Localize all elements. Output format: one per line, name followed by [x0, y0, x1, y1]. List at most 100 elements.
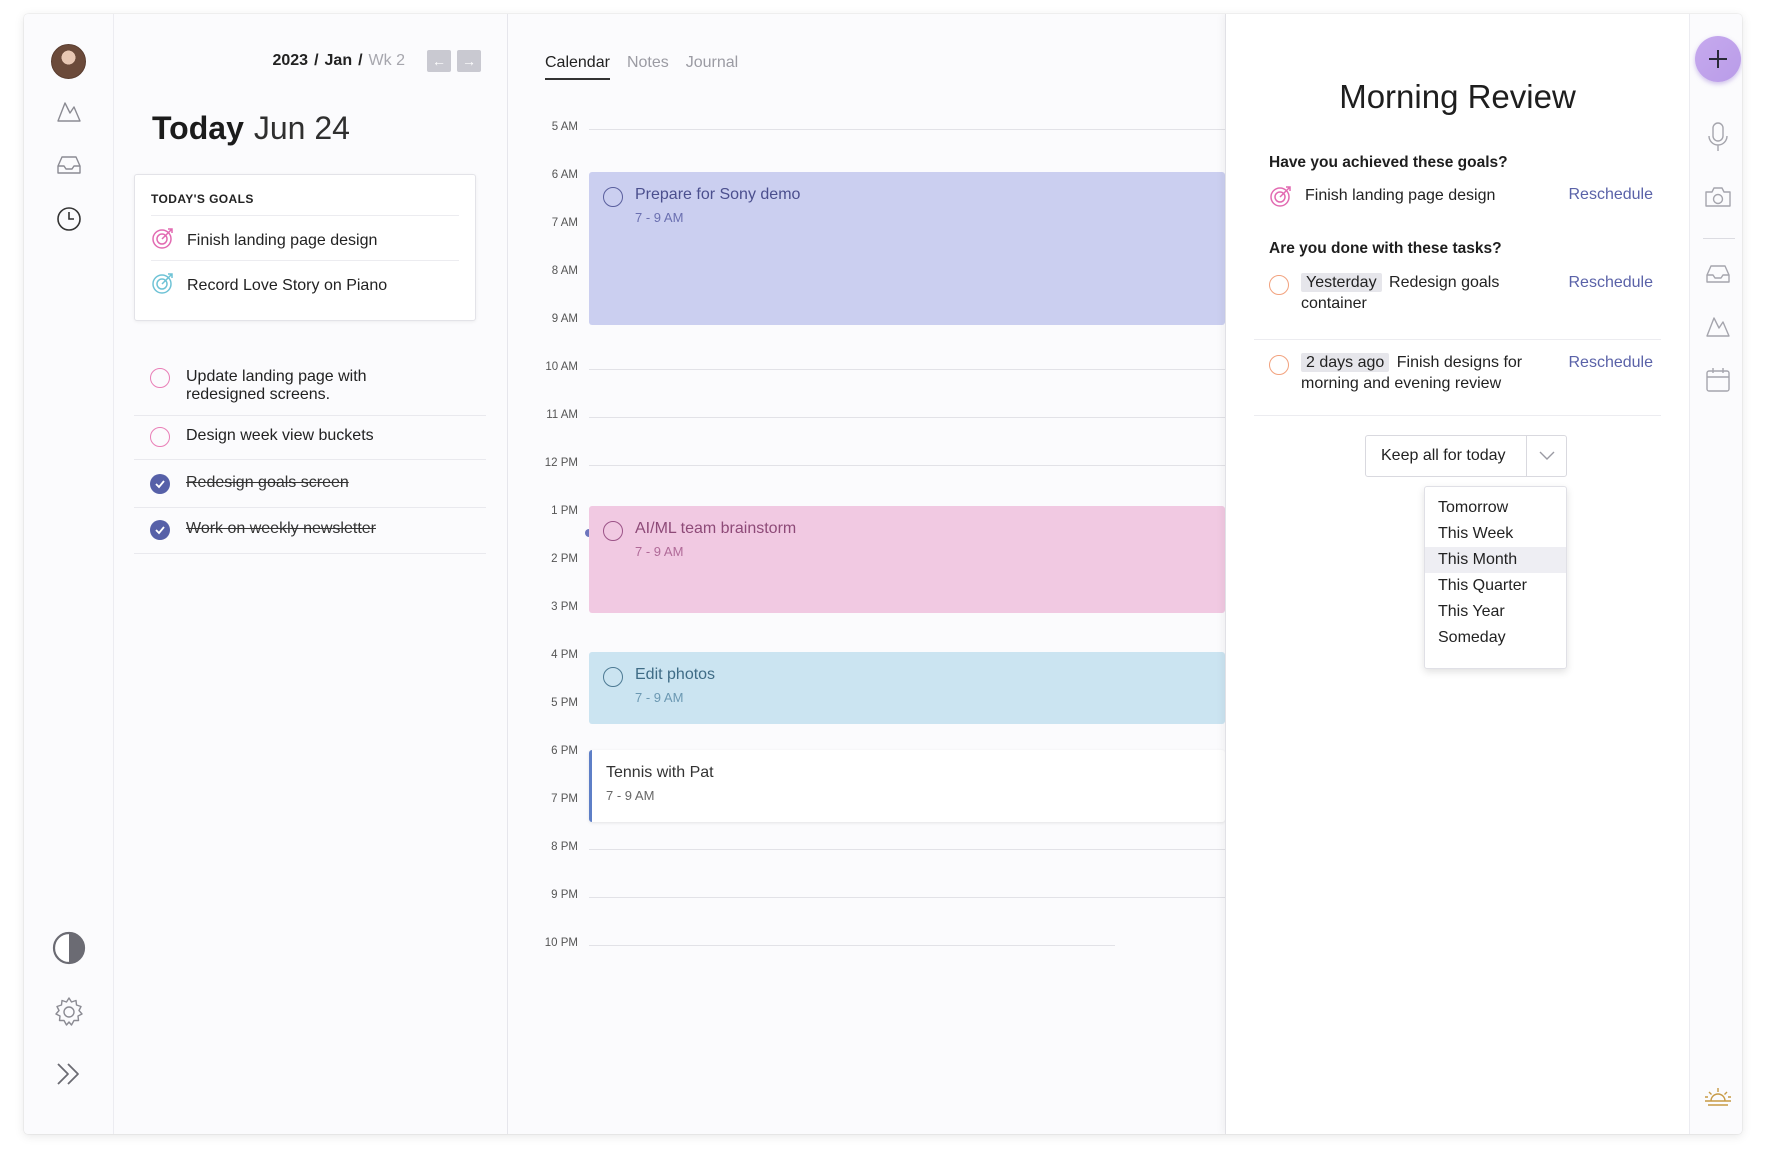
tasks-question: Are you done with these tasks?: [1269, 240, 1502, 257]
hour-label: 11 AM: [546, 409, 578, 421]
reschedule-menu: Tomorrow This Week This Month This Quart…: [1424, 486, 1567, 669]
week-crumb[interactable]: Wk 2: [369, 52, 405, 70]
reschedule-link[interactable]: Reschedule: [1569, 186, 1654, 204]
list-item[interactable]: Redesign goals screen: [134, 460, 486, 508]
hour-label: 9 AM: [551, 313, 578, 325]
event-title: Tennis with Pat: [606, 764, 714, 781]
reschedule-link[interactable]: Reschedule: [1569, 274, 1654, 292]
mountain-icon[interactable]: [46, 88, 92, 134]
today-label: Today: [152, 110, 244, 146]
menu-item-someday[interactable]: Someday: [1425, 625, 1566, 651]
clock-icon[interactable]: [46, 196, 92, 242]
avatar[interactable]: [51, 44, 86, 79]
goal-item[interactable]: Record Love Story on Piano: [151, 260, 459, 310]
divider: [1254, 415, 1661, 416]
event-time: 7 - 9 AM: [606, 788, 655, 803]
calendar-icon[interactable]: [1698, 360, 1738, 400]
calendar-event[interactable]: Prepare for Sony demo 7 - 9 AM: [589, 172, 1225, 325]
list-item[interactable]: Design week view buckets: [134, 416, 486, 460]
hour-label: 8 AM: [551, 265, 578, 277]
review-task-row: Yesterday Redesign goals container Resch…: [1269, 272, 1659, 322]
hour-gridline: [589, 417, 1225, 418]
task-list: Update landing page with redesigned scre…: [134, 354, 486, 554]
task-checkbox-checked[interactable]: [150, 474, 170, 494]
task-label: Update landing page with redesigned scre…: [186, 368, 367, 403]
event-time: 7 - 9 AM: [635, 210, 684, 225]
check-icon: [155, 480, 165, 489]
menu-item-this-week[interactable]: This Week: [1425, 521, 1566, 547]
review-task-row: 2 days ago Finish designs for morning an…: [1269, 352, 1659, 402]
double-chevron-right-icon[interactable]: [46, 1051, 92, 1097]
hour-label: 6 AM: [551, 169, 578, 181]
hour-label: 7 PM: [551, 793, 578, 805]
task-checkbox-checked[interactable]: [150, 520, 170, 540]
event-checkbox[interactable]: [603, 187, 623, 207]
goals-heading: TODAY'S GOALS: [151, 192, 254, 206]
next-week-button[interactable]: →: [457, 50, 481, 72]
check-icon: [155, 526, 165, 535]
contrast-icon[interactable]: [46, 925, 92, 971]
month-crumb[interactable]: Jan: [325, 52, 353, 70]
goal-item[interactable]: Finish landing page design: [151, 215, 459, 265]
year-crumb[interactable]: 2023: [272, 52, 308, 70]
prev-week-button[interactable]: ←: [427, 50, 451, 72]
menu-item-this-month[interactable]: This Month: [1425, 547, 1566, 573]
gear-icon[interactable]: [46, 989, 92, 1035]
app-window: 2023 / Jan / Wk 2 ← → Today Jun 24 TODAY…: [24, 14, 1742, 1134]
inbox-icon[interactable]: [46, 142, 92, 188]
mountain-icon[interactable]: [1698, 306, 1738, 346]
menu-item-this-quarter[interactable]: This Quarter: [1425, 573, 1566, 599]
menu-item-tomorrow[interactable]: Tomorrow: [1425, 495, 1566, 521]
event-checkbox[interactable]: [603, 521, 623, 541]
goal-label: Finish landing page design: [187, 231, 378, 249]
task-checkbox[interactable]: [150, 427, 170, 447]
hour-gridline: [589, 369, 1225, 370]
hour-label: 6 PM: [551, 745, 578, 757]
tab-calendar[interactable]: Calendar: [545, 54, 610, 80]
view-tabs: Calendar Notes Journal: [545, 54, 738, 80]
task-label: Design week view buckets: [186, 427, 374, 444]
page-title: Today Jun 24: [152, 110, 350, 147]
hour-label: 5 PM: [551, 697, 578, 709]
calendar-event[interactable]: Edit photos 7 - 9 AM: [589, 652, 1225, 724]
task-checkbox[interactable]: [150, 368, 170, 388]
event-checkbox[interactable]: [603, 667, 623, 687]
hour-gridline: [589, 897, 1225, 898]
today-date: Jun 24: [253, 110, 350, 146]
add-button[interactable]: [1695, 36, 1741, 82]
right-rail: [1689, 14, 1742, 1134]
calendar-event[interactable]: AI/ML team brainstorm 7 - 9 AM: [589, 506, 1225, 613]
plus-icon: [1709, 50, 1727, 68]
hour-gridline: [589, 129, 1225, 130]
reschedule-link[interactable]: Reschedule: [1569, 354, 1654, 372]
tab-journal[interactable]: Journal: [686, 54, 738, 80]
date-breadcrumb: 2023 / Jan / Wk 2 ← →: [272, 50, 481, 72]
hour-gridline: [589, 465, 1225, 466]
inbox-icon[interactable]: [1698, 254, 1738, 294]
tab-notes[interactable]: Notes: [627, 54, 669, 80]
calendar-event[interactable]: Tennis with Pat 7 - 9 AM: [589, 750, 1225, 822]
hour-label: 2 PM: [551, 553, 578, 565]
task-checkbox[interactable]: [1269, 275, 1289, 295]
event-title: Prepare for Sony demo: [635, 186, 801, 203]
task-checkbox[interactable]: [1269, 355, 1289, 375]
hour-label: 3 PM: [551, 601, 578, 613]
target-icon: [151, 271, 175, 300]
tasks-panel: 2023 / Jan / Wk 2 ← → Today Jun 24 TODAY…: [114, 14, 508, 1134]
hour-gridline: [589, 945, 1115, 946]
keep-all-button[interactable]: Keep all for today: [1366, 447, 1526, 465]
hour-label: 1 PM: [551, 505, 578, 517]
keep-all-split-button[interactable]: Keep all for today: [1365, 435, 1567, 477]
microphone-icon[interactable]: [1698, 117, 1738, 157]
target-icon: [1269, 184, 1293, 213]
goals-card: TODAY'S GOALS Finish landing page design…: [134, 174, 476, 321]
sunrise-icon[interactable]: [1698, 1076, 1738, 1116]
menu-item-this-year[interactable]: This Year: [1425, 599, 1566, 625]
task-label: Redesign goals screen: [186, 474, 349, 491]
crumb-separator: /: [358, 52, 363, 69]
chevron-down-icon[interactable]: [1526, 436, 1566, 476]
hour-label: 5 AM: [551, 121, 578, 133]
list-item[interactable]: Update landing page with redesigned scre…: [134, 354, 486, 416]
camera-icon[interactable]: [1698, 177, 1738, 217]
list-item[interactable]: Work on weekly newsletter: [134, 508, 486, 554]
